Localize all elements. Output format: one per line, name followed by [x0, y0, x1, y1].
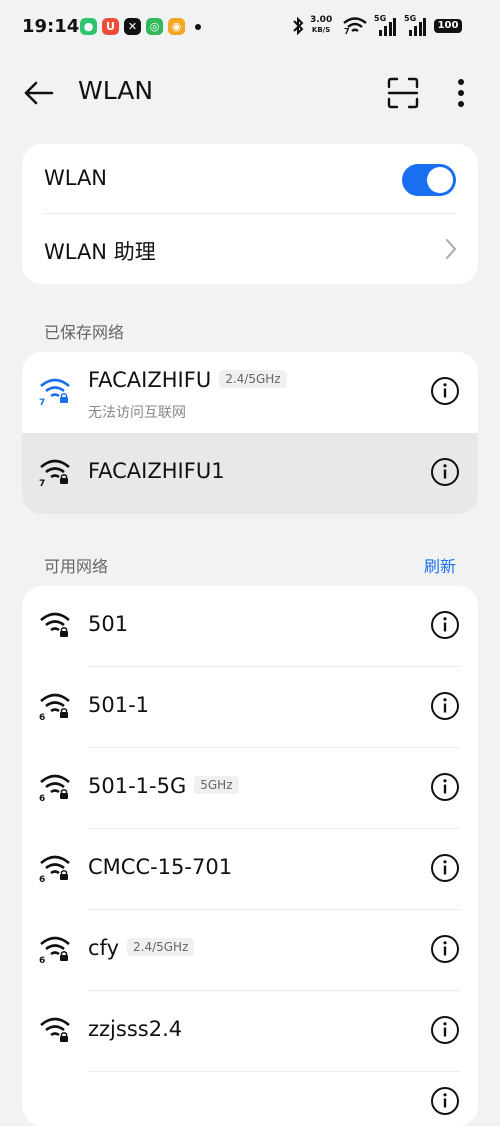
- speed-value: 3.00: [310, 15, 333, 25]
- wifi-locked-icon: 6: [39, 855, 70, 883]
- app-header: WLAN: [0, 56, 500, 128]
- bluetooth-icon: [293, 16, 304, 36]
- green-app-icon: ◎: [146, 18, 163, 35]
- network-name-text: cfy: [88, 936, 119, 960]
- network-name-text: 501-1: [88, 693, 150, 717]
- network-name: cfy 2.4/5GHz: [88, 936, 195, 960]
- wifi-badge: 7: [39, 479, 45, 487]
- more-options-icon[interactable]: [446, 76, 476, 110]
- info-icon[interactable]: [430, 853, 460, 883]
- back-arrow-icon[interactable]: [22, 76, 56, 110]
- weibo-app-icon: ◉: [168, 18, 185, 35]
- network-name-text: zzjsss2.4: [88, 1017, 183, 1041]
- network-name-text: 501: [88, 612, 129, 636]
- info-icon[interactable]: [430, 772, 460, 802]
- wifi-badge: 6: [39, 794, 45, 802]
- band-badge: 2.4/5GHz: [219, 370, 287, 388]
- messages-app-icon: ●: [80, 18, 97, 35]
- info-icon[interactable]: [430, 457, 460, 487]
- available-network-row[interactable]: 6 501-1-5G 5GHz: [22, 748, 478, 829]
- speed-unit: KB/S: [311, 26, 331, 34]
- available-networks-card: 501 6 501-1 6 501-1-5G 5GHz 6 CMCC-15-701: [22, 586, 478, 1126]
- info-icon[interactable]: [430, 1015, 460, 1045]
- signal-icon: [379, 18, 396, 36]
- network-name-text: CMCC-15-701: [88, 855, 233, 879]
- info-icon[interactable]: [430, 610, 460, 640]
- saved-network-row[interactable]: 7 FACAIZHIFU1: [22, 433, 478, 514]
- wifi-locked-icon: 7: [39, 378, 70, 406]
- toggle-knob: [427, 167, 453, 193]
- scan-qr-icon[interactable]: [386, 76, 420, 110]
- wlan-assistant-label: WLAN 助理: [44, 240, 156, 264]
- wifi-locked-icon: 7: [39, 459, 70, 487]
- network-name: 501: [88, 612, 128, 636]
- wlan-toggle-row[interactable]: WLAN: [22, 144, 478, 214]
- refresh-button[interactable]: 刷新: [424, 553, 456, 577]
- saved-networks-heading: 已保存网络: [44, 323, 125, 342]
- battery-indicator: 100: [434, 19, 462, 33]
- network-name: zzjsss2.4: [88, 1017, 182, 1041]
- network-name-text: FACAIZHIFU: [88, 368, 212, 392]
- chevron-right-icon: [446, 239, 457, 259]
- available-network-row[interactable]: 501: [22, 586, 478, 667]
- wifi-locked-icon: 6: [39, 693, 70, 721]
- status-time: 19:14: [22, 16, 80, 37]
- status-bar: 19:14 ● U ✕ ◎ ◉ 3.00 KB/S 7 5G 5G 100: [0, 0, 500, 56]
- capcut-app-icon: ✕: [124, 18, 141, 35]
- page-title: WLAN: [78, 76, 154, 105]
- wifi-badge: 7: [39, 398, 45, 406]
- signal-icon: [409, 18, 426, 36]
- wifi-locked-icon: [40, 612, 70, 637]
- wifi-locked-icon: 6: [39, 774, 70, 802]
- saved-networks-card: 7 FACAIZHIFU 2.4/5GHz 无法访问互联网 7 FACAIZHIF…: [22, 352, 478, 514]
- info-icon[interactable]: [430, 934, 460, 964]
- saved-network-row[interactable]: 7 FACAIZHIFU 2.4/5GHz 无法访问互联网: [22, 352, 478, 433]
- wifi-badge: 6: [39, 875, 45, 883]
- available-network-row[interactable]: zzjsss2.4: [22, 991, 478, 1072]
- shop-app-icon: U: [102, 18, 119, 35]
- info-icon[interactable]: [430, 376, 460, 406]
- wifi-badge: 7: [344, 27, 350, 36]
- info-icon[interactable]: [430, 691, 460, 721]
- wifi-badge: 6: [39, 956, 45, 964]
- wlan-toggle-switch[interactable]: [402, 164, 456, 196]
- band-badge: 5GHz: [194, 776, 239, 794]
- wifi-locked-icon: 6: [39, 936, 70, 964]
- network-name: 501-1-5G 5GHz: [88, 774, 239, 798]
- info-icon[interactable]: [430, 1086, 460, 1116]
- available-network-row[interactable]: 6 CMCC-15-701: [22, 829, 478, 910]
- network-name: 501-1: [88, 693, 149, 717]
- available-network-row[interactable]: 6 cfy 2.4/5GHz: [22, 910, 478, 991]
- available-network-row[interactable]: [22, 1072, 478, 1126]
- network-name-text: 501-1-5G: [88, 774, 187, 798]
- network-name: CMCC-15-701: [88, 855, 232, 879]
- network-name: FACAIZHIFU 2.4/5GHz: [88, 368, 287, 392]
- wifi-badge: 6: [39, 713, 45, 721]
- available-networks-heading: 可用网络: [44, 557, 109, 576]
- band-badge: 2.4/5GHz: [127, 938, 195, 956]
- notification-dot: [195, 24, 201, 30]
- wlan-assistant-row[interactable]: WLAN 助理: [22, 214, 478, 284]
- available-network-row[interactable]: 6 501-1: [22, 667, 478, 748]
- network-name: FACAIZHIFU1: [88, 459, 225, 483]
- wifi-locked-icon: [40, 1017, 70, 1042]
- network-speed: 3.00 KB/S: [310, 15, 332, 35]
- network-status: 无法访问互联网: [88, 405, 186, 421]
- wlan-settings-card: WLAN WLAN 助理: [22, 144, 478, 284]
- wlan-toggle-label: WLAN: [44, 166, 108, 190]
